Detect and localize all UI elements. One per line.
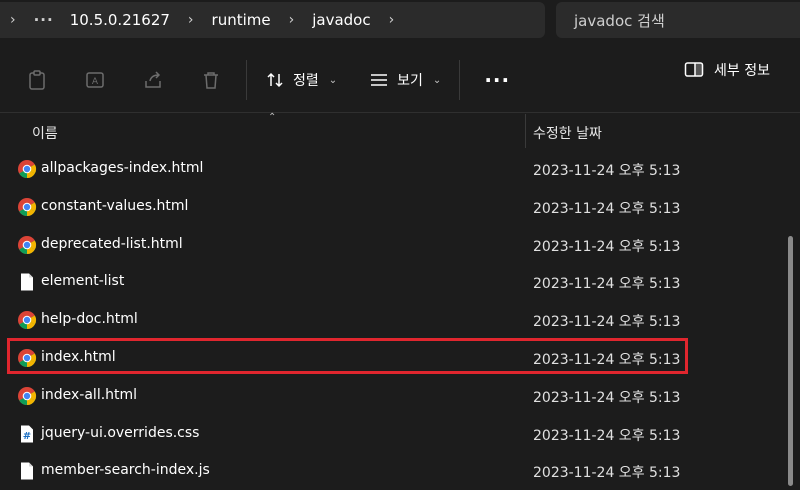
command-bar: A 정렬 ⌄ 보기 ⌄ ··· 세부 정보 xyxy=(0,48,800,113)
sort-label: 정렬 xyxy=(293,73,319,89)
file-name: member-search-index.js xyxy=(41,462,210,479)
more-options-icon[interactable]: ··· xyxy=(466,68,528,92)
file-name: help-doc.html xyxy=(41,311,138,328)
sort-button[interactable]: 정렬 ⌄ xyxy=(253,60,349,100)
file-name: index-all.html xyxy=(41,386,138,403)
file-row[interactable]: help-doc.html 2023-11-24 오후 5:13 xyxy=(0,301,790,339)
column-header: ⌃ 이름 수정한 날짜 xyxy=(0,112,800,148)
view-label: 보기 xyxy=(397,73,423,89)
breadcrumb-item[interactable]: runtime xyxy=(204,11,279,29)
generic-file-icon xyxy=(17,272,37,292)
address-bar[interactable]: › ··· 10.5.0.21627 › runtime › javadoc › xyxy=(0,2,545,38)
file-date-modified: 2023-11-24 오후 5:13 xyxy=(533,238,681,255)
svg-text:#: # xyxy=(23,431,31,442)
file-list: allpackages-index.html 2023-11-24 오후 5:13… xyxy=(0,150,790,490)
view-button[interactable]: 보기 ⌄ xyxy=(357,60,453,100)
paste-icon[interactable] xyxy=(8,60,66,100)
file-row[interactable]: member-search-index.js 2023-11-24 오후 5:13 xyxy=(0,452,790,490)
file-date-modified: 2023-11-24 오후 5:13 xyxy=(533,465,681,482)
file-row[interactable]: # jquery-ui.overrides.css 2023-11-24 오후 5:… xyxy=(0,415,790,453)
file-row[interactable]: index.html 2023-11-24 오후 5:13 xyxy=(0,339,790,377)
chrome-html-file-icon xyxy=(17,386,37,406)
chrome-html-file-icon xyxy=(17,310,37,330)
delete-icon[interactable] xyxy=(182,60,240,100)
file-row[interactable]: constant-values.html 2023-11-24 오후 5:13 xyxy=(0,188,790,226)
column-date-modified[interactable]: 수정한 날짜 xyxy=(533,123,602,143)
file-date-modified: 2023-11-24 오후 5:13 xyxy=(533,276,681,293)
address-row: › ··· 10.5.0.21627 › runtime › javadoc ›… xyxy=(0,0,800,40)
file-row[interactable]: index-all.html 2023-11-24 오후 5:13 xyxy=(0,377,790,415)
scrollbar[interactable] xyxy=(788,236,793,486)
chevron-right-icon[interactable]: › xyxy=(0,12,26,28)
chrome-html-file-icon xyxy=(17,159,37,179)
file-row[interactable]: deprecated-list.html 2023-11-24 오후 5:13 xyxy=(0,226,790,264)
search-input[interactable]: javadoc 검색 xyxy=(556,2,800,38)
chevron-right-icon[interactable]: › xyxy=(178,12,204,28)
file-row[interactable]: element-list 2023-11-24 오후 5:13 xyxy=(0,263,790,301)
chevron-right-icon[interactable]: › xyxy=(379,12,405,28)
file-date-modified: 2023-11-24 오후 5:13 xyxy=(533,351,681,368)
svg-text:A: A xyxy=(92,77,99,87)
breadcrumb-item[interactable]: javadoc xyxy=(304,11,378,29)
file-date-modified: 2023-11-24 오후 5:13 xyxy=(533,427,681,444)
chevron-down-icon: ⌄ xyxy=(432,74,442,86)
toolbar-divider xyxy=(459,60,461,100)
file-name: allpackages-index.html xyxy=(41,160,204,176)
chrome-html-file-icon xyxy=(17,348,37,368)
details-pane-icon xyxy=(684,62,704,77)
search-placeholder: javadoc 검색 xyxy=(574,11,665,30)
details-pane-button[interactable]: 세부 정보 xyxy=(684,60,770,80)
css-file-icon: # xyxy=(17,424,37,444)
share-icon[interactable] xyxy=(124,60,182,100)
sort-icon xyxy=(267,72,283,88)
file-name: constant-values.html xyxy=(41,197,189,214)
column-name[interactable]: 이름 xyxy=(32,123,58,143)
file-date-modified: 2023-11-24 오후 5:13 xyxy=(533,200,681,217)
file-date-modified: 2023-11-24 오후 5:13 xyxy=(533,389,681,406)
file-name: jquery-ui.overrides.css xyxy=(41,424,200,441)
sort-ascending-icon: ⌃ xyxy=(268,112,277,123)
generic-file-icon xyxy=(17,461,37,481)
chevron-down-icon: ⌄ xyxy=(328,74,338,86)
file-name: element-list xyxy=(41,273,125,290)
file-date-modified: 2023-11-24 오후 5:13 xyxy=(533,314,681,331)
toolbar-divider xyxy=(246,60,247,100)
column-divider[interactable] xyxy=(525,114,526,148)
file-name: index.html xyxy=(41,348,116,365)
details-label: 세부 정보 xyxy=(714,63,770,79)
view-icon xyxy=(371,74,388,86)
more-breadcrumb-icon[interactable]: ··· xyxy=(26,11,62,29)
file-name: deprecated-list.html xyxy=(41,235,183,252)
file-row[interactable]: allpackages-index.html 2023-11-24 오후 5:13 xyxy=(0,150,790,188)
breadcrumb-item[interactable]: 10.5.0.21627 xyxy=(62,11,178,29)
chrome-html-file-icon xyxy=(17,197,37,217)
chevron-right-icon[interactable]: › xyxy=(279,12,305,28)
rename-icon[interactable]: A xyxy=(66,60,124,100)
chrome-html-file-icon xyxy=(17,235,37,255)
file-date-modified: 2023-11-24 오후 5:13 xyxy=(533,163,681,179)
